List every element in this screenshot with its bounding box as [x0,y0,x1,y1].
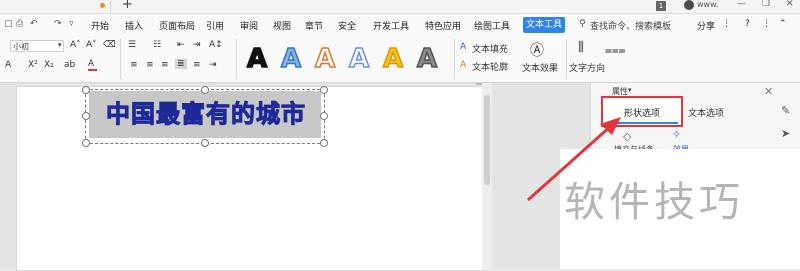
text-style-preset-4[interactable]: A [348,43,370,75]
panel-title-dropdown-icon[interactable]: ▾ [628,86,632,94]
share-button[interactable]: 分享 [697,19,715,32]
align-center-icon[interactable]: ≡ [146,60,154,70]
text-outline-icon[interactable]: A [460,60,466,70]
arrow-shaft [527,123,613,202]
text-style-preset-3[interactable]: A [314,43,336,75]
bullet-list-icon[interactable]: ☰ [128,40,136,50]
numbered-list-icon[interactable]: ☷ [153,40,161,50]
align-left-icon[interactable]: ≡ [130,60,138,70]
unsaved-dot-icon [100,3,105,8]
panel-close-button[interactable]: ✕ [764,85,773,98]
text-fill-button[interactable]: 文本填充 [472,42,508,55]
text-align-icon[interactable]: ⩶ [605,43,626,58]
grow-font-icon[interactable]: A˄ [70,40,81,50]
text-fill-icon[interactable]: A [460,42,466,52]
shrink-font-icon[interactable]: A˅ [86,40,97,50]
text-style-preset-5[interactable]: A [382,43,404,75]
select-cursor-icon[interactable]: ➤ [781,127,790,140]
text-effect-icon[interactable]: Ⓐ [530,40,544,60]
add-tab-button[interactable]: + [122,0,133,12]
undo-icon[interactable]: ↶ [30,19,38,29]
help-button[interactable]: ? [745,19,750,29]
print-icon[interactable]: ⎙ [16,19,23,29]
tab-devtools[interactable]: 开发工具 [373,19,409,32]
outdent-icon[interactable]: ⇤ [177,40,185,50]
redo-icon[interactable]: ↷ [54,19,62,29]
tab-chapter[interactable]: 章节 [305,19,323,32]
collapse-ribbon-icon[interactable]: ⌃ [779,19,787,29]
subscript-icon[interactable]: X₂ [44,60,54,70]
align-justify-icon[interactable]: ≣ [175,59,187,69]
ribbon-divider [120,39,121,79]
tab-view[interactable]: 视图 [273,19,291,32]
skin-icon[interactable]: ⋮ [722,19,731,29]
annotation-arrow [527,117,621,202]
text-direction-icon[interactable]: ⫼ [578,40,584,55]
tab-text-tools[interactable]: 文本工具 [523,17,565,33]
save-icon[interactable]: ▢ [4,19,13,29]
more-button[interactable]: ⋮ [762,19,771,29]
avatar[interactable] [684,0,694,10]
tab-divider [110,1,111,11]
page-count-badge: 1 [656,1,666,11]
text-outline-button[interactable]: 文本轮廓 [472,60,508,73]
text-style-preset-2[interactable]: A [280,43,302,75]
selection-frame[interactable] [85,89,325,144]
text-effect-button[interactable]: 文本效果 [522,61,558,74]
scrollbar-thumb[interactable] [484,95,490,185]
text-style-gallery-svg: AAAAAA [246,43,438,75]
distribute-icon[interactable]: ≡ [193,60,201,70]
tab-start[interactable]: 开始 [91,19,109,32]
edit-pen-icon[interactable]: ✎ [781,104,790,117]
clear-format-icon[interactable]: ⌫ [103,40,116,50]
quick-access-dropdown-icon[interactable]: ▿ [69,19,74,29]
font-size-select[interactable]: 小初 [10,40,64,52]
title-bar [0,0,800,14]
highlight-pen-icon[interactable]: ab [64,60,75,70]
font-color-icon[interactable]: A [88,59,97,71]
resize-handle[interactable] [82,86,90,94]
text-direction-button[interactable]: 文字方向 [569,61,605,74]
line-spacing-icon[interactable]: A↕ [209,40,223,50]
tab-insert[interactable]: 插入 [125,19,143,32]
tab-features[interactable]: 特色应用 [425,19,461,32]
user-name[interactable]: www. [697,0,718,9]
resize-handle[interactable] [320,112,328,120]
paragraph-icon[interactable]: ⇥ [209,60,217,70]
text-highlight-icon[interactable]: A [5,60,11,70]
ribbon-divider [236,39,237,79]
ribbon-divider [566,39,567,79]
tab-drawing-tools[interactable]: 绘图工具 [474,19,510,32]
resize-handle[interactable] [82,112,90,120]
tab-security[interactable]: 安全 [338,19,356,32]
resize-handle[interactable] [201,139,209,147]
superscript-icon[interactable]: X² [28,60,38,70]
align-right-icon[interactable]: ≡ [161,60,169,70]
close-window-button[interactable]: ✕ [786,0,794,9]
font-size-dropdown-icon[interactable]: ▾ [58,41,62,49]
resize-handle[interactable] [82,139,90,147]
tab-layout[interactable]: 页面布局 [159,19,195,32]
resize-handle[interactable] [320,86,328,94]
ribbon-divider [454,39,455,79]
effects-icon[interactable]: ✧ [672,128,681,141]
tab-references[interactable]: 引用 [206,19,224,32]
restore-button[interactable]: ❐ [762,0,770,9]
command-search-input[interactable]: 查找命令、搜索模板 [590,19,671,32]
text-style-preset-1[interactable]: A [246,43,268,75]
minimize-button[interactable]: — [737,0,746,9]
tab-review[interactable]: 审阅 [240,19,258,32]
text-style-gallery: AAAAAA [240,38,452,78]
indent-icon[interactable]: ⇥ [193,40,201,50]
resize-handle[interactable] [320,139,328,147]
tab-text-options[interactable]: 文本选项 [688,106,724,119]
text-style-preset-6[interactable]: A [416,43,438,75]
search-icon[interactable]: ⚲ [579,19,586,29]
resize-handle[interactable] [201,86,209,94]
